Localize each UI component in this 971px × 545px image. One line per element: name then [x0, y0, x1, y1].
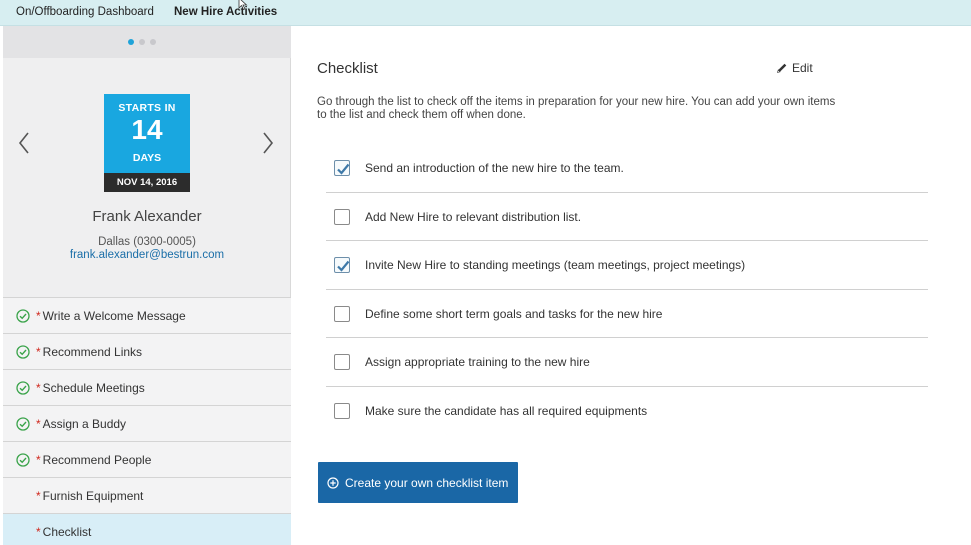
- checkmark-icon: [337, 260, 350, 272]
- carousel-indicator-bar: [3, 26, 291, 58]
- carousel-dot[interactable]: [139, 39, 145, 45]
- next-arrow-icon[interactable]: [261, 131, 275, 155]
- activity-label-text: Recommend People: [42, 453, 152, 467]
- required-marker: *: [36, 525, 41, 539]
- activity-item-checklist[interactable]: * Checklist: [3, 513, 291, 545]
- add-circle-icon: [327, 476, 339, 489]
- required-marker: *: [36, 345, 41, 359]
- checkbox[interactable]: [334, 354, 350, 370]
- checkbox-checked[interactable]: [334, 257, 350, 273]
- activity-label: * Schedule Meetings: [36, 381, 145, 395]
- new-hire-location: Dallas (0300-0005): [98, 236, 196, 248]
- new-hire-email-link[interactable]: frank.alexander@bestrun.com: [3, 249, 291, 261]
- start-date: NOV 14, 2016: [104, 173, 190, 192]
- required-marker: *: [36, 309, 41, 323]
- checkbox-checked[interactable]: [334, 160, 350, 176]
- check-circle-icon: [16, 381, 30, 395]
- required-marker: *: [36, 381, 41, 395]
- edit-button[interactable]: Edit: [776, 61, 813, 75]
- new-hire-sidebar: STARTS IN 14 DAYS NOV 14, 2016 Frank Ale…: [3, 26, 291, 545]
- checkmark-icon: [337, 163, 350, 175]
- checklist-item[interactable]: Send an introduction of the new hire to …: [326, 144, 928, 193]
- create-button-label: Create your own checklist item: [345, 475, 509, 490]
- checklist-item-text: Send an introduction of the new hire to …: [365, 161, 624, 175]
- tab-new-hire-activities[interactable]: New Hire Activities: [174, 6, 277, 18]
- checklist-item-text: Make sure the candidate has all required…: [365, 403, 648, 418]
- activity-label: * Write a Welcome Message: [36, 309, 186, 323]
- checklist-item-text: Add New Hire to relevant distribution li…: [365, 209, 582, 224]
- check-circle-icon: [16, 309, 30, 323]
- checklist-description: Go through the list to check off the ite…: [317, 96, 836, 121]
- countdown-caption: STARTS IN: [118, 102, 176, 114]
- page-title: Checklist: [317, 60, 378, 77]
- activity-label-text: Recommend Links: [42, 345, 143, 359]
- carousel-dot-active[interactable]: [128, 39, 134, 45]
- activity-label: * Assign a Buddy: [36, 417, 126, 431]
- checkbox[interactable]: [334, 305, 350, 322]
- required-marker: *: [36, 453, 41, 467]
- checkbox[interactable]: [334, 208, 350, 225]
- checklist-items: Send an introduction of the new hire to …: [326, 144, 928, 435]
- carousel-dot[interactable]: [150, 39, 156, 45]
- activity-label: * Furnish Equipment: [36, 489, 143, 503]
- edit-label: Edit: [792, 61, 813, 75]
- previous-arrow-icon[interactable]: [17, 131, 31, 155]
- check-circle-icon: [16, 345, 30, 359]
- activity-label: * Checklist: [36, 525, 91, 539]
- check-circle-icon: [16, 453, 30, 467]
- top-nav-bar: On/Offboarding Dashboard New Hire Activi…: [0, 0, 971, 26]
- check-circle-icon: [16, 417, 30, 431]
- tab-on-offboarding-dashboard[interactable]: On/Offboarding Dashboard: [16, 6, 154, 18]
- countdown-box: STARTS IN 14 DAYS: [104, 94, 190, 173]
- activity-item-recommend-links[interactable]: * Recommend Links: [3, 333, 291, 369]
- activity-item-recommend-people[interactable]: * Recommend People: [3, 441, 291, 477]
- activity-item-write-welcome-message[interactable]: * Write a Welcome Message: [3, 297, 291, 333]
- activity-item-furnish-equipment[interactable]: * Furnish Equipment: [3, 477, 291, 513]
- activity-label-text: Write a Welcome Message: [42, 309, 186, 323]
- checklist-item[interactable]: Add New Hire to relevant distribution li…: [326, 193, 928, 241]
- checklist-item-text: Assign appropriate training to the new h…: [365, 355, 590, 369]
- start-countdown-badge: STARTS IN 14 DAYS NOV 14, 2016: [104, 94, 190, 192]
- activity-label-text: Checklist: [42, 525, 92, 539]
- activity-list: * Write a Welcome Message * Recommend Link…: [3, 297, 291, 545]
- activity-label-text: Furnish Equipment: [42, 489, 144, 503]
- activity-label-text: Assign a Buddy: [42, 417, 127, 431]
- checklist-panel: Checklist Edit Go through the list to ch…: [292, 26, 971, 545]
- checklist-item[interactable]: Assign appropriate training to the new h…: [326, 338, 928, 387]
- checklist-item[interactable]: Make sure the candidate has all required…: [326, 387, 928, 436]
- mouse-cursor-icon: [238, 0, 248, 10]
- countdown-number: 14: [131, 114, 163, 145]
- checklist-item[interactable]: Invite New Hire to standing meetings (te…: [326, 241, 928, 290]
- activity-item-schedule-meetings[interactable]: * Schedule Meetings: [3, 369, 291, 405]
- activity-item-assign-buddy[interactable]: * Assign a Buddy: [3, 405, 291, 441]
- countdown-unit: DAYS: [132, 152, 162, 164]
- activity-label: * Recommend Links: [36, 345, 142, 359]
- checklist-item-text: Invite New Hire to standing meetings (te…: [365, 258, 746, 272]
- checklist-item-text: Define some short term goals and tasks f…: [365, 306, 663, 321]
- activity-label: * Recommend People: [36, 453, 151, 467]
- checkbox[interactable]: [334, 402, 350, 419]
- activity-label-text: Schedule Meetings: [42, 381, 145, 395]
- required-marker: *: [36, 417, 41, 431]
- pencil-icon: [777, 63, 787, 73]
- checklist-item[interactable]: Define some short term goals and tasks f…: [326, 290, 928, 338]
- carousel-dots: [128, 39, 156, 45]
- create-checklist-item-button[interactable]: Create your own checklist item: [318, 462, 518, 503]
- required-marker: *: [36, 489, 41, 503]
- new-hire-name: Frank Alexander: [92, 208, 202, 225]
